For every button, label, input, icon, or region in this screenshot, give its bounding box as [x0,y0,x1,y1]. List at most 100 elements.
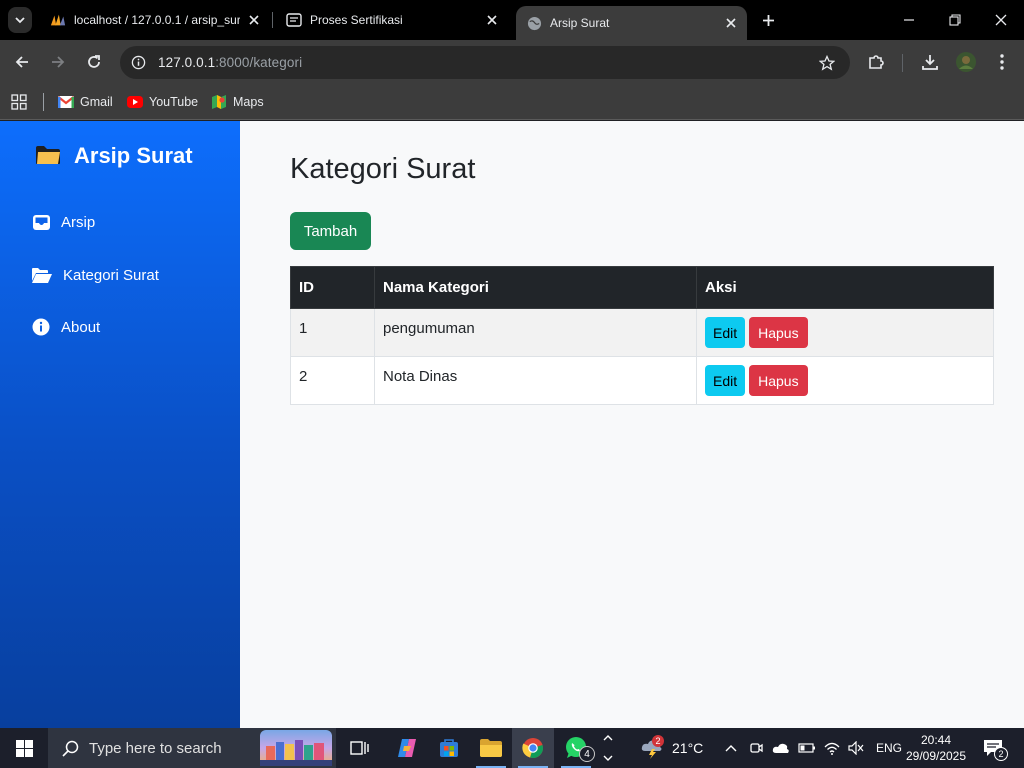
task-view-button[interactable] [338,728,380,768]
speaker-muted-icon[interactable] [848,741,864,755]
table-row: 2 Nota Dinas Edit Hapus [290,356,994,405]
close-window-button[interactable] [978,0,1024,40]
tab-proses-sertifikasi[interactable]: Proses Sertifikasi [282,0,508,40]
page-content: Arsip Surat Arsip Kategori Surat About K… [0,121,1024,728]
cell-name-text: Nota Dinas [383,368,458,385]
bookmark-maps[interactable]: Maps [211,92,264,112]
weather-widget[interactable]: 2 21°C [640,728,703,768]
brand-title: Arsip Surat [74,143,193,168]
edit-button[interactable]: Edit [705,365,746,396]
reload-button[interactable] [82,50,106,74]
delete-button[interactable]: Hapus [749,365,808,396]
tab-title: Proses Sertifikasi [310,13,403,27]
tab-search-button[interactable] [8,7,32,33]
bookmarks-bar: Gmail YouTube Maps [0,85,1024,120]
start-button[interactable] [0,728,48,768]
delete-button[interactable]: Hapus [749,317,808,348]
task-view-icon [350,741,369,755]
puzzle-icon [869,55,884,69]
bookmark-star-icon[interactable] [818,54,836,72]
cell-id-text: 2 [299,368,308,385]
bookmark-label: Gmail [80,95,113,109]
search-highlight-image[interactable] [260,730,332,766]
weather-storm-icon: 2 [640,735,664,759]
apps-button[interactable] [11,92,27,112]
sidebar-item-label: About [61,318,101,336]
cell-actions: Edit Hapus [696,356,994,405]
arrow-right-icon [52,56,65,68]
chevron-up-icon [603,735,613,741]
site-info-icon[interactable] [130,55,146,71]
globe-icon [526,15,542,31]
bookmark-label: YouTube [149,95,199,109]
search-icon [62,740,79,757]
meet-now-icon[interactable] [748,740,764,756]
address-bar[interactable]: 127.0.0.1:8000/kategori [120,46,850,79]
back-button[interactable] [10,50,34,74]
clock-date: 29/09/2025 [905,749,967,763]
chevron-down-icon [15,17,25,24]
info-icon [31,318,51,336]
cell-name-text: pengumuman [383,320,475,337]
chevron-up-icon[interactable] [724,743,738,753]
downloads-button[interactable] [918,50,942,74]
onedrive-cloud-icon[interactable] [772,741,790,755]
add-category-button[interactable]: Tambah [290,212,371,250]
bookmark-youtube[interactable]: YouTube [127,92,198,112]
file-explorer-button[interactable] [470,728,512,768]
forward-button[interactable] [46,50,70,74]
tab-phpmyadmin[interactable]: localhost / 127.0.0.1 / arsip_sura [46,0,268,40]
reload-icon [88,55,100,68]
cell-actions: Edit Hapus [696,308,994,357]
minimize-button[interactable] [886,0,932,40]
browser-toolbar: 127.0.0.1:8000/kategori [0,40,1024,85]
taskbar-scroll[interactable] [598,728,618,768]
whatsapp-button[interactable]: 4 [555,728,597,768]
search-placeholder: Type here to search [89,739,222,757]
cell-name: Nota Dinas [374,356,697,405]
battery-icon[interactable] [798,742,816,754]
close-icon[interactable] [484,12,500,28]
notification-center-button[interactable]: 2 [982,728,1008,768]
close-icon[interactable] [723,15,739,31]
toolbar-divider [902,54,903,72]
restore-button[interactable] [932,0,978,40]
sidebar: Arsip Surat Arsip Kategori Surat About [0,121,240,728]
browser-menu-button[interactable] [990,50,1014,74]
sidebar-item-arsip[interactable]: Arsip [31,213,95,231]
sidebar-item-about[interactable]: About [31,318,100,336]
store-button[interactable] [428,728,470,768]
copilot-icon [398,739,416,757]
close-icon[interactable] [246,12,262,28]
wifi-icon[interactable] [824,741,840,755]
clock[interactable]: 20:44 29/09/2025 [900,732,972,764]
tab-arsip-surat[interactable]: Arsip Surat [516,6,747,40]
bookmark-gmail[interactable]: Gmail [58,92,113,112]
new-tab-button[interactable] [758,10,778,30]
url-host: 127.0.0.1 [158,55,216,70]
weather-temperature: 21°C [672,740,704,756]
url-text: 127.0.0.1:8000/kategori [158,55,302,70]
gmail-icon [58,94,74,110]
table-row: 1 pengumuman Edit Hapus [290,308,994,357]
download-icon [922,55,938,70]
column-header-actions: Aksi [696,266,994,309]
column-header-name: Nama Kategori [374,266,697,309]
brand[interactable]: Arsip Surat [34,143,193,169]
chrome-button[interactable] [512,728,554,768]
tab-title: localhost / 127.0.0.1 / arsip_sura [74,13,240,27]
sidebar-item-label: Arsip [61,213,96,231]
page-icon [286,12,302,28]
category-table: ID Nama Kategori Aksi 1 pengumuman Edit H… [290,266,994,405]
copilot-button[interactable] [386,728,428,768]
language-indicator[interactable]: ENG [876,741,902,755]
phpmyadmin-icon [50,12,66,28]
edit-button[interactable]: Edit [705,317,746,348]
chevron-down-icon [603,755,613,761]
profile-avatar[interactable] [954,50,978,74]
taskbar-search-box[interactable]: Type here to search [48,728,336,768]
cell-id: 2 [290,356,375,405]
extensions-button[interactable] [864,50,888,74]
sidebar-item-kategori-surat[interactable]: Kategori Surat [31,266,159,284]
windows-logo-icon [15,739,33,757]
